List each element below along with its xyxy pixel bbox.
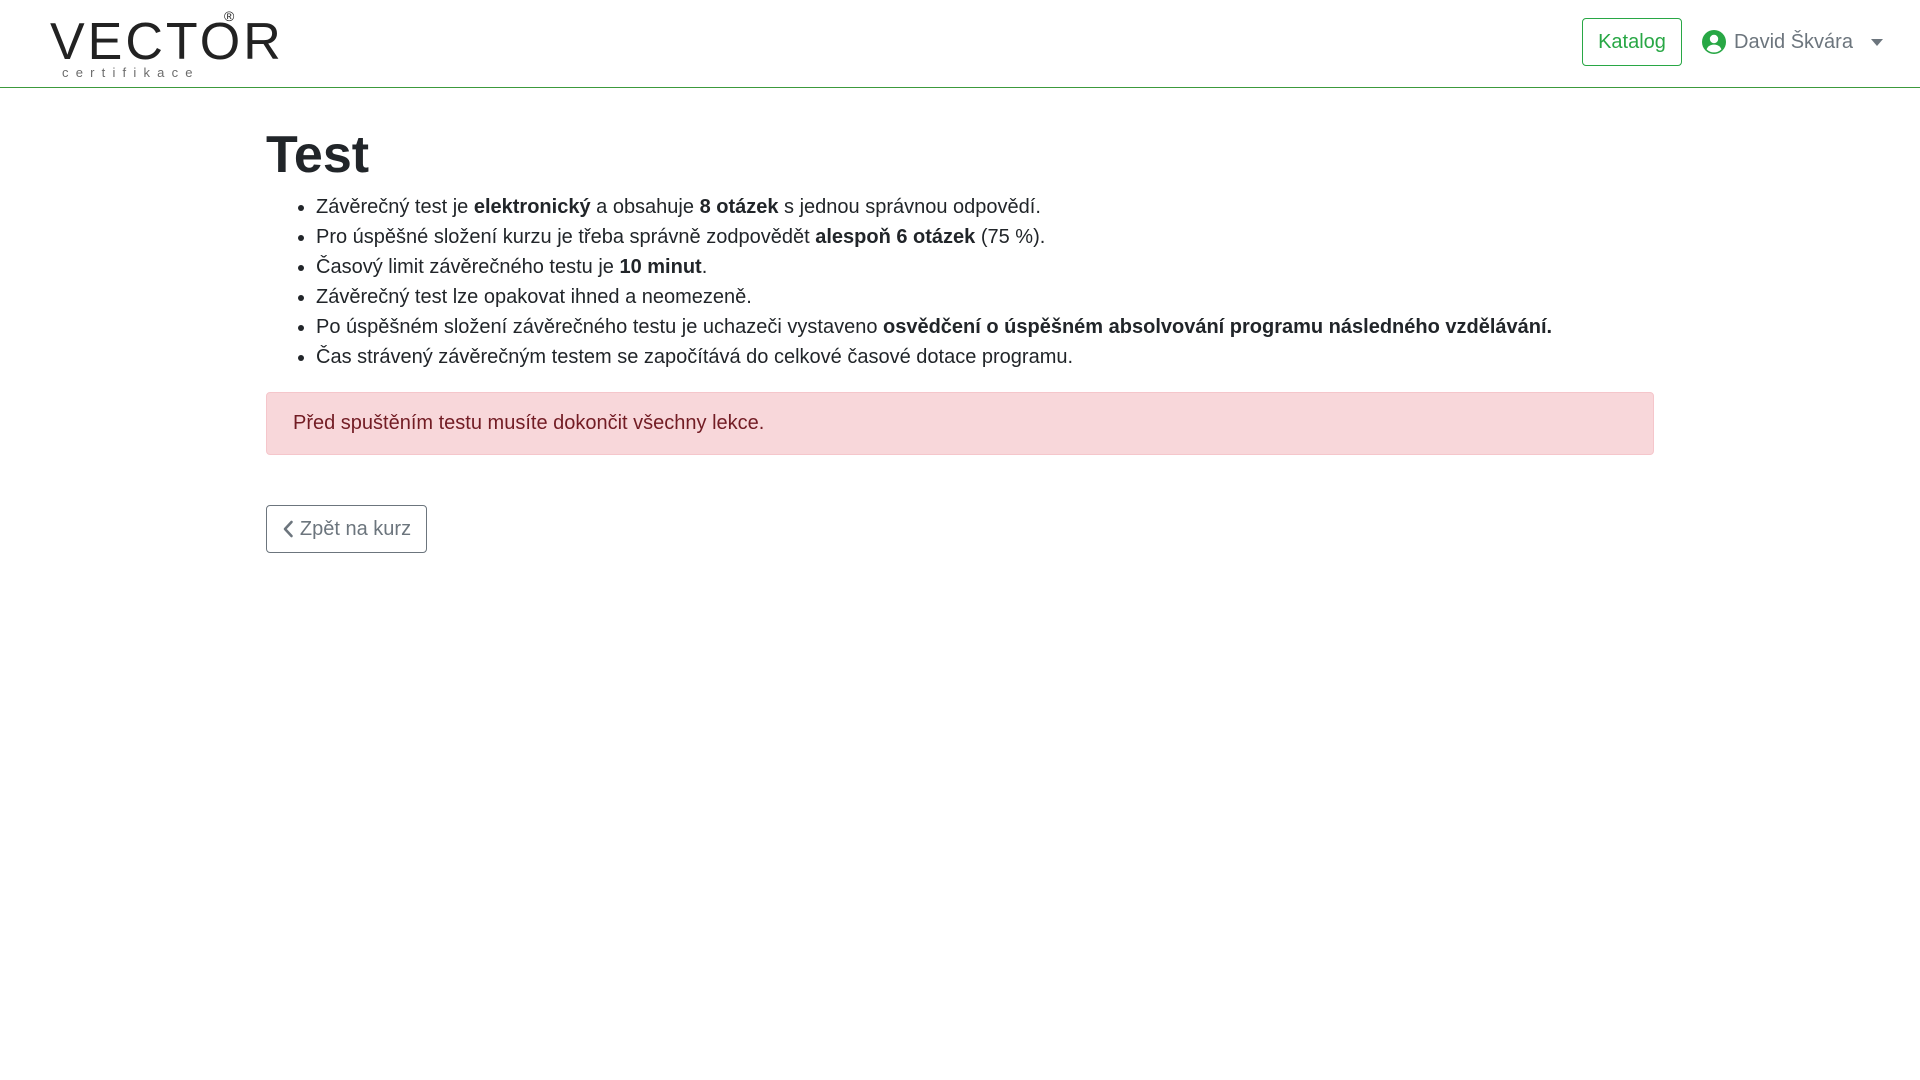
vector-logo[interactable]: VECTOR ® certifikace — [50, 8, 281, 82]
katalog-button[interactable]: Katalog — [1582, 18, 1682, 66]
caret-down-icon — [1870, 38, 1883, 46]
user-menu-dropdown[interactable]: David Škvára — [1702, 18, 1883, 66]
main-content: Test Závěrečný test je elektronický a ob… — [266, 88, 1654, 553]
list-item: Pro úspěšné složení kurzu je třeba správ… — [316, 222, 1654, 252]
chevron-left-icon — [282, 520, 294, 538]
test-rules-list: Závěrečný test je elektronický a obsahuj… — [266, 192, 1654, 372]
page-title: Test — [266, 126, 370, 184]
logo-wordmark: VECTOR — [50, 13, 284, 71]
list-item: Časový limit závěrečného testu je 10 min… — [316, 252, 1654, 282]
user-circle-icon — [1702, 30, 1726, 54]
list-item: Závěrečný test lze opakovat ihned a neom… — [316, 282, 1654, 312]
user-name: David Škvára — [1734, 30, 1853, 53]
back-button-label: Zpět na kurz — [299, 517, 412, 540]
top-navbar: VECTOR ® certifikace Katalog David Škvár… — [0, 0, 1920, 88]
alert-text: Před spuštěním testu musíte dokončit vše… — [293, 412, 765, 434]
list-item: Čas strávený závěrečným testem se započí… — [316, 342, 1654, 372]
lessons-incomplete-alert: Před spuštěním testu musíte dokončit vše… — [266, 392, 1654, 455]
back-to-course-button[interactable]: Zpět na kurz — [266, 505, 427, 553]
list-item: Závěrečný test je elektronický a obsahuj… — [316, 192, 1654, 222]
list-item: Po úspěšném složení závěrečného testu je… — [316, 312, 1654, 342]
logo-subtitle: certifikace — [62, 65, 200, 80]
logo-registered-mark: ® — [224, 8, 235, 24]
